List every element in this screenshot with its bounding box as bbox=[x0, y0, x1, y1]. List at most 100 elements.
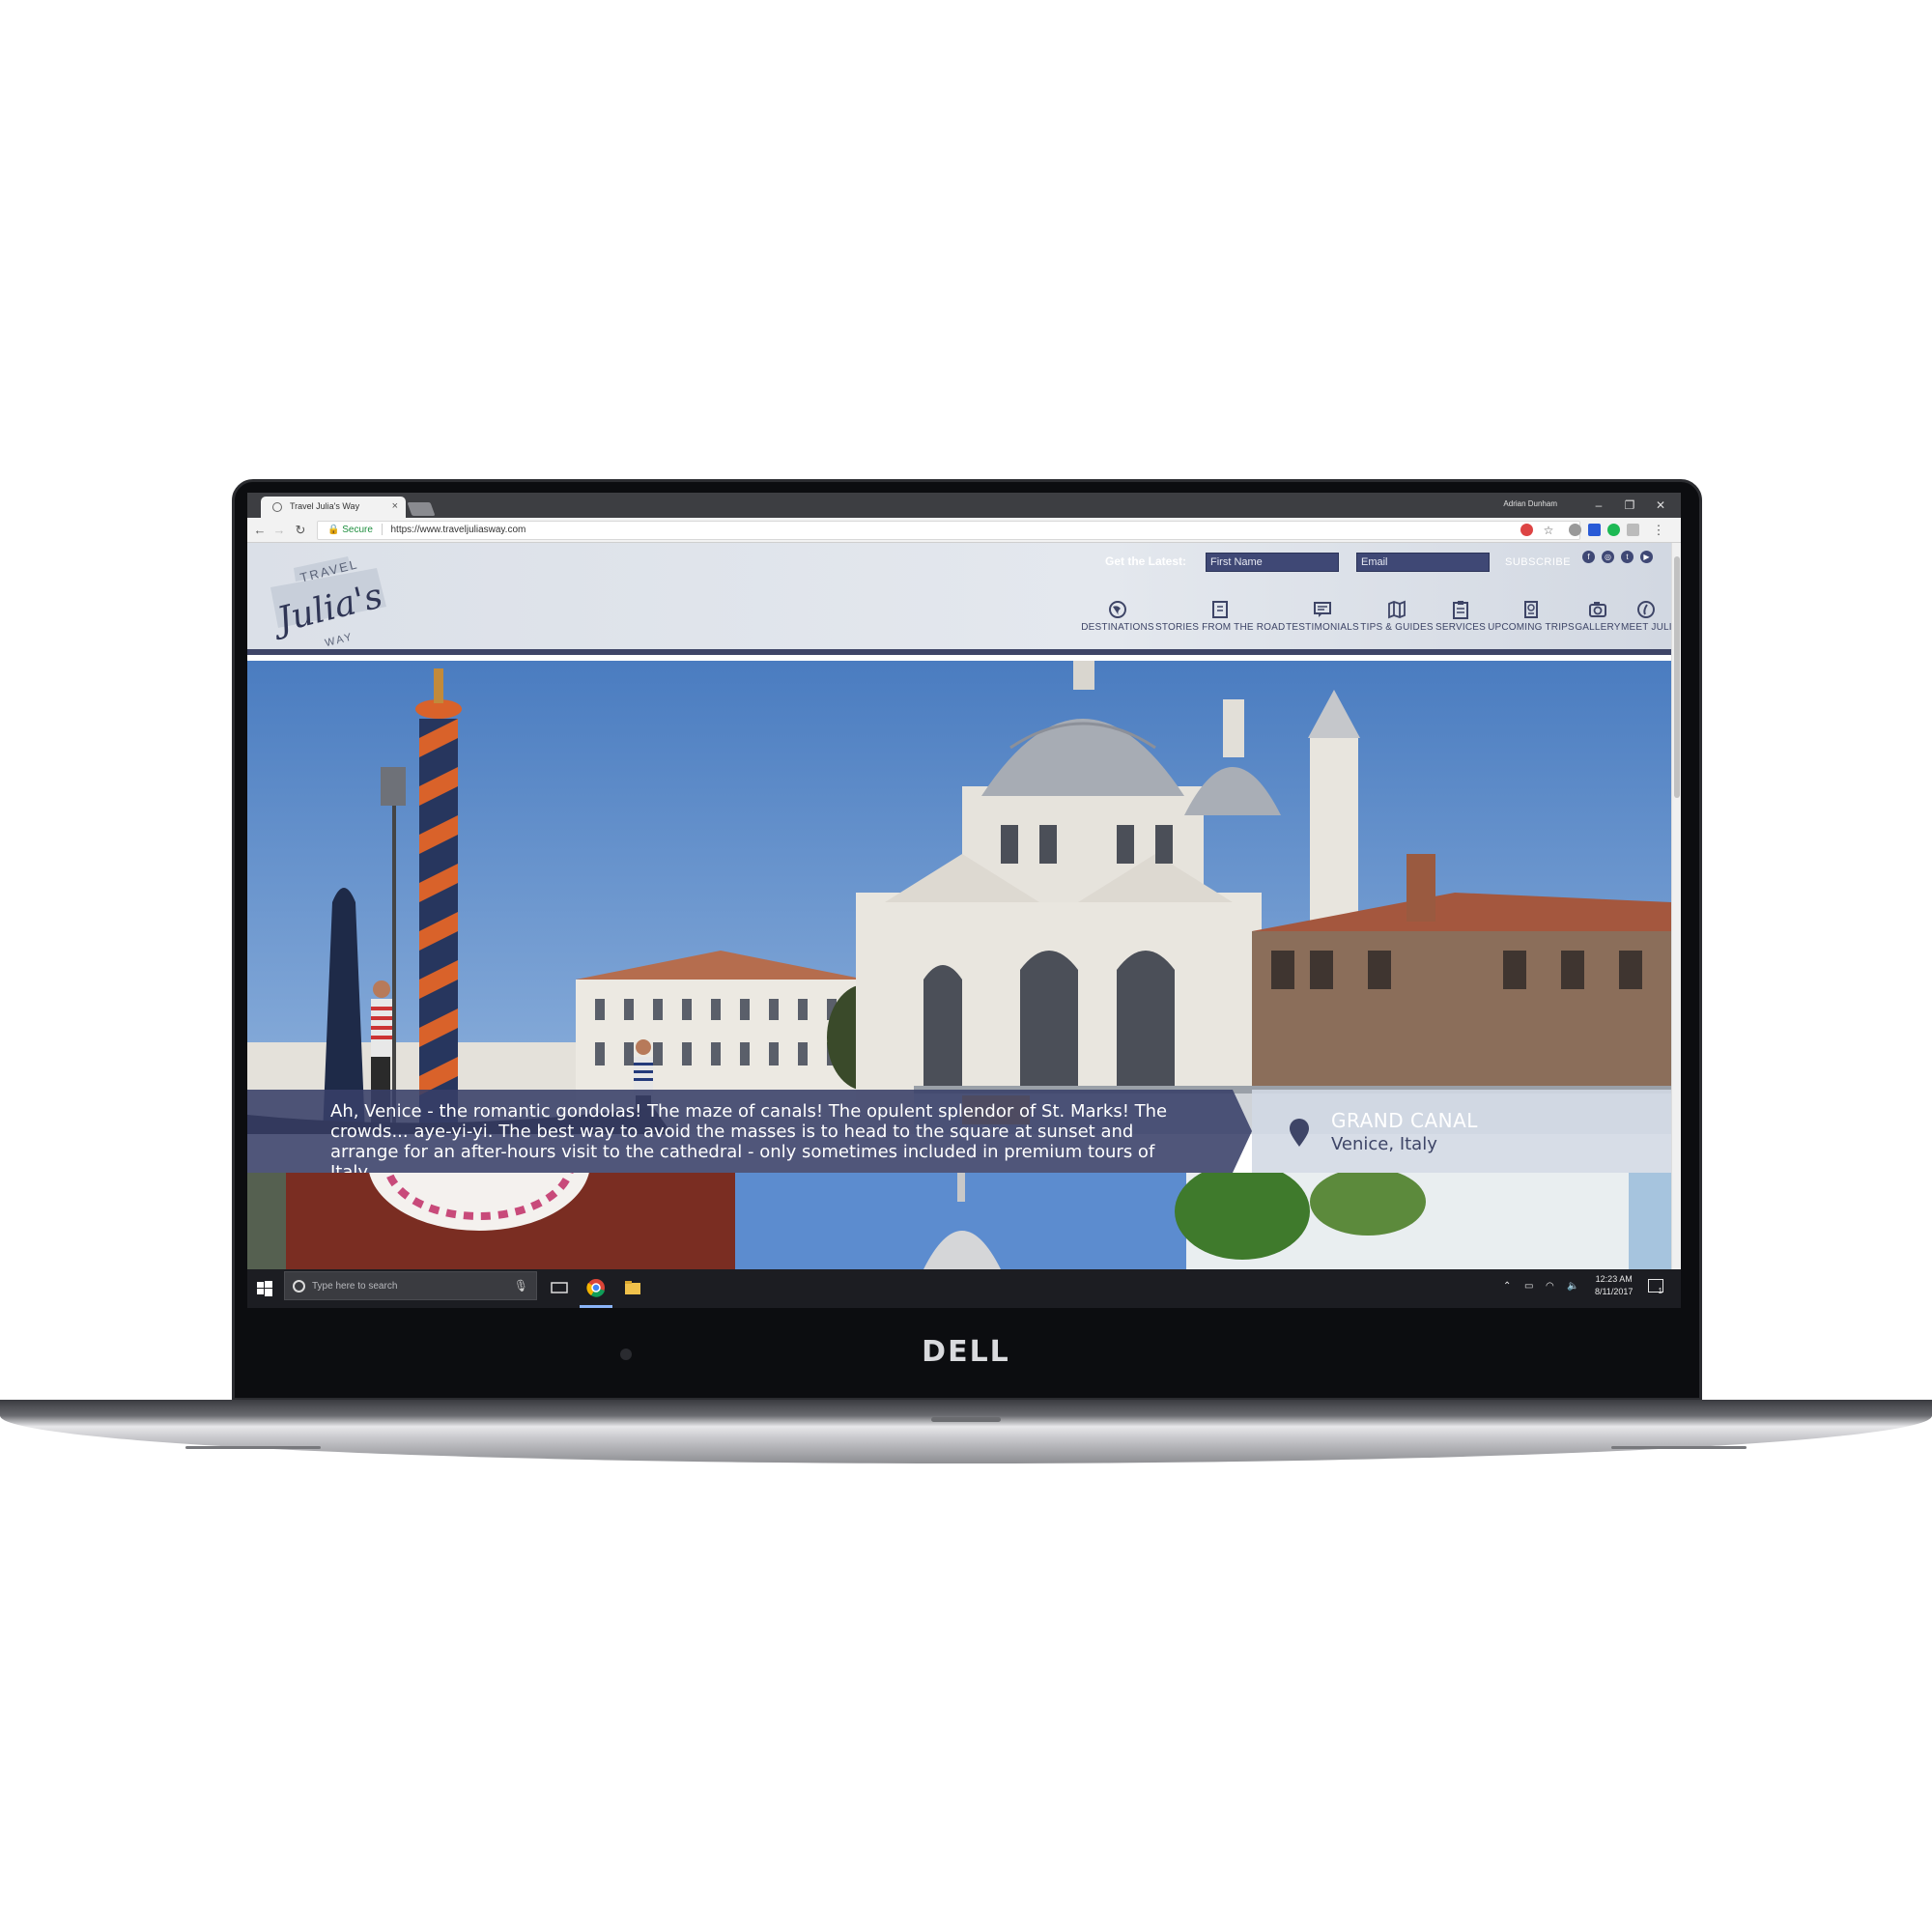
subscribe-button[interactable]: SUBSCRIBE bbox=[1505, 556, 1571, 568]
nav-destinations[interactable]: DESTINATIONS bbox=[1080, 599, 1155, 638]
webcam bbox=[620, 1349, 632, 1360]
location-pin-icon bbox=[1290, 1119, 1309, 1147]
profile-name[interactable]: Adrian Dunham bbox=[1503, 499, 1557, 508]
wifi-icon[interactable]: ◠ bbox=[1546, 1281, 1554, 1292]
file-explorer-icon[interactable] bbox=[622, 1277, 643, 1298]
caption-arrow bbox=[1233, 1090, 1252, 1173]
globe-icon bbox=[1109, 601, 1126, 618]
browser-menu-icon[interactable]: ⋮ bbox=[1650, 522, 1667, 539]
restore-icon[interactable]: ❐ bbox=[1619, 497, 1640, 514]
lock-icon: 🔒 bbox=[327, 525, 340, 535]
laptop-brand-logo: DELL bbox=[922, 1335, 1010, 1369]
site-logo[interactable]: TRAVEL Julia's WAY bbox=[261, 551, 396, 647]
caption-location-panel: GRAND CANAL Venice, Italy bbox=[1252, 1090, 1671, 1173]
url-text: https://www.traveljuliasway.com bbox=[390, 525, 526, 535]
back-icon[interactable]: ← bbox=[251, 522, 269, 539]
tab-title: Travel Julia's Way bbox=[290, 501, 360, 511]
chrome-icon[interactable] bbox=[585, 1277, 607, 1298]
battery-icon[interactable]: ▭ bbox=[1524, 1281, 1533, 1292]
reload-icon[interactable]: ↻ bbox=[292, 522, 309, 539]
caption-text: Ah, Venice - the romantic gondolas! The … bbox=[330, 1101, 1168, 1182]
map-icon bbox=[1388, 600, 1406, 619]
extension-icon-2[interactable] bbox=[1569, 524, 1581, 536]
caption-text-panel: Ah, Venice - the romantic gondolas! The … bbox=[247, 1090, 1233, 1182]
facebook-icon[interactable]: f bbox=[1582, 551, 1595, 563]
volume-icon[interactable]: 🔈 bbox=[1567, 1281, 1578, 1292]
nav-label: SERVICES bbox=[1435, 622, 1486, 633]
nav-meet-julia[interactable]: MEET JULIA bbox=[1621, 599, 1671, 638]
task-view-icon[interactable] bbox=[549, 1277, 570, 1298]
minimize-icon[interactable]: – bbox=[1588, 497, 1609, 514]
info-icon bbox=[1637, 601, 1655, 618]
email-placeholder: Email bbox=[1361, 556, 1388, 568]
gallery-thumbnails bbox=[247, 1173, 1671, 1269]
browser-tab[interactable]: Travel Julia's Way × bbox=[261, 497, 406, 518]
secure-label: Secure bbox=[342, 525, 373, 535]
nav-label: MEET JULIA bbox=[1621, 622, 1671, 633]
notification-count: 1 bbox=[1658, 1287, 1662, 1295]
taskbar-clock[interactable]: 12:23 AM 8/11/2017 bbox=[1595, 1273, 1633, 1298]
nav-stories[interactable]: STORIES FROM THE ROAD bbox=[1155, 599, 1285, 638]
nav-label: TESTIMONIALS bbox=[1286, 622, 1359, 633]
nav-tips-guides[interactable]: TIPS & GUIDES bbox=[1360, 599, 1434, 638]
extension-icon-5[interactable] bbox=[1627, 524, 1639, 536]
extension-icon-4[interactable] bbox=[1607, 524, 1620, 536]
action-center-icon[interactable]: 1 bbox=[1648, 1279, 1663, 1295]
laptop-hinge-notch bbox=[931, 1417, 1001, 1422]
address-separator bbox=[381, 524, 383, 536]
clock-date: 8/11/2017 bbox=[1595, 1287, 1634, 1296]
nav-label: DESTINATIONS bbox=[1081, 622, 1154, 633]
microphone-icon[interactable]: 🎙 bbox=[514, 1279, 528, 1293]
nav-upcoming-trips[interactable]: UPCOMING TRIPS bbox=[1488, 599, 1575, 638]
first-name-placeholder: First Name bbox=[1210, 556, 1263, 568]
email-field[interactable]: Email bbox=[1356, 553, 1490, 572]
laptop-base bbox=[0, 1400, 1932, 1463]
laptop-vent-right bbox=[1611, 1446, 1747, 1449]
tray-overflow-icon[interactable]: ⌃ bbox=[1503, 1281, 1511, 1292]
place-title: GRAND CANAL bbox=[1331, 1109, 1478, 1132]
laptop-screen: Travel Julia's Way × Adrian Dunham – ❐ ✕… bbox=[247, 493, 1681, 1308]
bookmark-star-icon[interactable]: ☆ bbox=[1540, 522, 1557, 539]
nav-label: STORIES FROM THE ROAD bbox=[1155, 622, 1286, 633]
close-window-icon[interactable]: ✕ bbox=[1650, 497, 1671, 514]
windows-taskbar: Type here to search 🎙 ⌃ ▭ ◠ 🔈 12:23 AM 8… bbox=[247, 1269, 1681, 1308]
place-subtitle: Venice, Italy bbox=[1331, 1134, 1437, 1154]
youtube-icon[interactable]: ▶ bbox=[1640, 551, 1653, 563]
logo-text-bottom: WAY bbox=[324, 631, 355, 647]
nav-label: TIPS & GUIDES bbox=[1360, 622, 1434, 633]
browser-toolbar: ← → ↻ 🔒 Secure https://www.traveljuliasw… bbox=[247, 518, 1681, 543]
first-name-field[interactable]: First Name bbox=[1206, 553, 1339, 572]
nav-services[interactable]: SERVICES bbox=[1434, 599, 1488, 638]
instagram-icon[interactable]: ◎ bbox=[1602, 551, 1614, 563]
nav-gallery[interactable]: GALLERY bbox=[1575, 599, 1621, 638]
clipboard-icon bbox=[1453, 601, 1468, 619]
close-tab-icon[interactable]: × bbox=[392, 500, 398, 512]
nav-label: GALLERY bbox=[1575, 622, 1621, 633]
laptop-vent-left bbox=[185, 1446, 321, 1449]
extension-icon-1[interactable] bbox=[1520, 524, 1533, 536]
website: TRAVEL Julia's WAY Get the Latest: First… bbox=[247, 543, 1671, 1269]
tab-favicon-icon bbox=[272, 502, 282, 512]
speech-bubble-icon bbox=[1314, 602, 1331, 617]
new-tab-button[interactable] bbox=[407, 502, 436, 516]
address-bar[interactable]: 🔒 Secure https://www.traveljuliasway.com bbox=[317, 521, 1580, 540]
nav-testimonials[interactable]: TESTIMONIALS bbox=[1285, 599, 1360, 638]
search-placeholder: Type here to search bbox=[312, 1281, 398, 1292]
page-scrollbar[interactable] bbox=[1671, 543, 1681, 1269]
subscribe-label: Get the Latest: bbox=[1105, 554, 1187, 568]
camera-icon bbox=[1589, 602, 1606, 617]
passport-icon bbox=[1524, 601, 1538, 618]
chrome-active-indicator bbox=[580, 1305, 612, 1308]
extension-icon-3[interactable] bbox=[1588, 524, 1601, 536]
taskbar-search[interactable]: Type here to search 🎙 bbox=[284, 1271, 537, 1300]
nav-label: UPCOMING TRIPS bbox=[1488, 622, 1575, 633]
scrollbar-thumb[interactable] bbox=[1674, 556, 1680, 798]
hero-image-venice bbox=[247, 661, 1671, 1134]
site-header: TRAVEL Julia's WAY Get the Latest: First… bbox=[247, 543, 1671, 655]
twitter-icon[interactable]: t bbox=[1621, 551, 1634, 563]
book-icon bbox=[1212, 601, 1228, 618]
browser-tab-bar: Travel Julia's Way × Adrian Dunham – ❐ ✕ bbox=[247, 493, 1681, 518]
forward-icon[interactable]: → bbox=[270, 522, 288, 539]
windows-start-icon[interactable] bbox=[257, 1281, 272, 1296]
hero-caption: Ah, Venice - the romantic gondolas! The … bbox=[247, 1090, 1671, 1182]
